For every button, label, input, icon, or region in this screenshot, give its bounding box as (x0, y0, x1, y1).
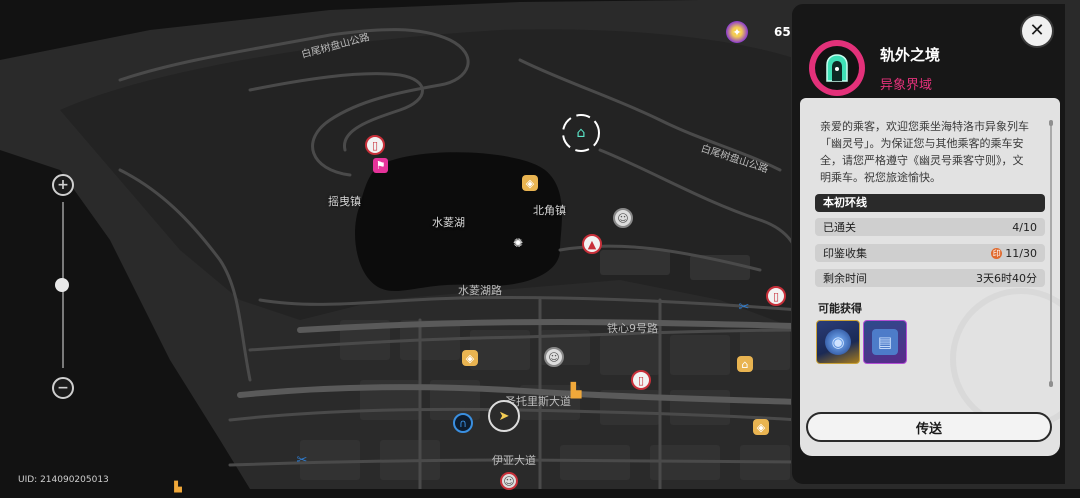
stat-label: 印鉴收集 (823, 247, 867, 260)
road-label-tiexin-road: 铁心9号路 (607, 322, 658, 335)
supply-box-icon-3[interactable]: ◈ (753, 419, 769, 435)
zoom-slider-handle[interactable] (55, 278, 69, 292)
realm-badge (809, 40, 865, 96)
zoom-control: + − (52, 174, 74, 399)
supply-box-icon-2[interactable]: ◈ (462, 350, 478, 366)
map-label-beijiao-town: 北角镇 (533, 204, 566, 217)
character-avatar-icon[interactable]: ☺ (613, 208, 633, 228)
supply-box-icon[interactable]: ◈ (522, 175, 538, 191)
uid-label: UID: 214090205013 (18, 475, 109, 485)
player-arrow-icon[interactable]: ➤ (488, 400, 520, 432)
tower-icon[interactable]: ▲ (582, 234, 602, 254)
stat-row-cleared: 已通关 4/10 (815, 218, 1045, 236)
trash-bin-icon-2[interactable]: ▯ (766, 286, 786, 306)
scrollbar-top-cap (1049, 120, 1053, 126)
character-avatar-icon-3[interactable]: ☺ (500, 472, 518, 490)
building-icon[interactable]: ▙ (566, 381, 586, 401)
close-button[interactable]: ✕ (1020, 14, 1054, 48)
rewards-label: 可能获得 (818, 302, 862, 315)
stat-row-seals: 印鉴收集 印 11/30 (815, 244, 1045, 262)
watermark-emblem (950, 288, 1060, 430)
trash-bin-icon-3[interactable]: ▯ (631, 370, 651, 390)
building-icon-2[interactable]: ▙ (168, 478, 188, 498)
road-label-shuiling-road: 水菱湖路 (458, 284, 502, 297)
map-label-yaoye-town: 摇曳镇 (328, 195, 361, 208)
stat-label: 已通关 (823, 221, 856, 234)
reward-item-2[interactable]: ▤ (863, 320, 907, 364)
reward-item-1[interactable]: ◉ (816, 320, 860, 364)
realm-description: 亲爱的乘客，欢迎您乘坐海特洛市异象列车「幽灵号」。为保证您与其他乘客的乘车安全，… (820, 120, 1029, 184)
scrollbar-bottom-cap (1049, 381, 1053, 387)
stat-value: 3天6时40分 (976, 272, 1037, 285)
portal-icon[interactable]: ∩ (453, 413, 473, 433)
character-avatar-icon-2[interactable]: ☺ (544, 347, 564, 367)
map-label-shuiling-lake: 水菱湖 (432, 216, 465, 229)
realm-gate-icon (826, 54, 848, 82)
polychrome-icon: ✦ (726, 21, 748, 43)
currency-display: ✦ 652 (726, 20, 799, 44)
panel-subtitle: 异象界域 (880, 78, 933, 93)
realm-marker-icon[interactable]: ⌂ (571, 123, 591, 143)
road-label-yiya-ave: 伊亚大道 (492, 454, 536, 467)
trash-bin-icon[interactable]: ▯ (365, 135, 385, 155)
route-name: 本初环线 (815, 194, 1045, 212)
stat-value: 4/10 (1012, 220, 1037, 234)
teleport-button[interactable]: 传送 (806, 412, 1052, 442)
stat-value: 11/30 (1005, 246, 1037, 260)
zoom-in-button[interactable]: + (52, 174, 74, 196)
stat-label: 剩余时间 (823, 272, 867, 285)
seal-icon: 印 (991, 247, 1003, 259)
panel-body[interactable]: 亲爱的乘客，欢迎您乘坐海特洛市异象列车「幽灵号」。为保证您与其他乘客的乘车安全，… (800, 98, 1060, 456)
stat-row-time: 剩余时间 3天6时40分 (815, 269, 1045, 287)
blue-orb-icon: ◉ (825, 329, 851, 355)
shop-icon[interactable]: ⌂ (737, 356, 753, 372)
panel-title: 轨外之境 (880, 46, 941, 64)
checkered-flag-icon[interactable]: ⚑ (373, 158, 388, 173)
zoom-out-button[interactable]: − (52, 377, 74, 399)
panel-scrollbar[interactable] (1050, 124, 1052, 386)
book-icon: ▤ (872, 329, 898, 355)
tool-icon-2[interactable]: ✂ (293, 451, 311, 469)
tool-icon[interactable]: ✂ (735, 298, 753, 316)
whirl-icon[interactable]: ✺ (508, 233, 528, 253)
